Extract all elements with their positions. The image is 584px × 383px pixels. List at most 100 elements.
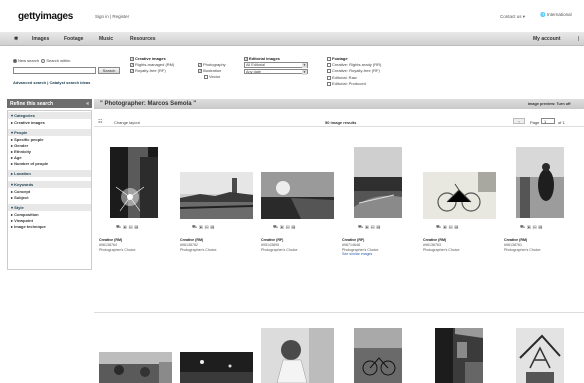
section-label: Location [14,171,31,176]
image-id[interactable]: #96138762 [180,243,198,247]
license-type: Creative (RM) [423,238,447,242]
result-thumbnail[interactable] [180,352,253,383]
sidebar-item[interactable]: ▸ Subject [8,194,91,200]
date-select[interactable]: Any date [244,68,308,75]
footage-checkbox[interactable] [327,56,331,61]
getty-logo[interactable]: gettyimages [18,11,73,22]
creative-rights-ready-label: Creative: Rights-ready (RR) [332,62,382,68]
sidebar-item-label: Number of people [14,160,49,166]
royalty-free-label: Royalty-free (RF) [135,68,166,74]
illustration-checkbox[interactable]: ✓ [198,69,202,74]
result-thumbnail[interactable] [99,352,172,383]
section-label: Categories [14,113,35,118]
main-nav: ✱ Images Footage Music Resources My acco… [0,32,584,46]
result-thumbnail[interactable] [354,328,402,383]
result-caption: Creative (RF) #95143895 Photographer's C… [261,238,297,252]
thumb-action-icons[interactable]: ⛟▣▤▦ [192,224,216,230]
result-thumbnail[interactable] [423,172,496,219]
editorial-images-checkbox[interactable]: ✓ [244,56,248,61]
refine-search-header[interactable]: Refine this search « [7,99,92,108]
nav-music[interactable]: Music [99,36,113,42]
nav-my-account[interactable]: My account [533,36,561,42]
image-id[interactable]: #96138761 [504,243,522,247]
change-layout-link[interactable]: Change layout [114,120,140,125]
search-button[interactable]: Search [98,67,120,74]
contact-us-link[interactable]: Contact us ▾ [500,14,525,20]
sidebar-section-style[interactable]: ▾ Style [8,204,91,211]
editorial-produced-checkbox[interactable] [327,81,331,86]
sidebar-item-label: Specific people [14,136,44,142]
search-within-radio[interactable] [41,58,46,63]
nav-resources[interactable]: Resources [130,36,156,42]
thumb-action-icons[interactable]: ⛟▣▤▦ [273,224,297,230]
result-thumbnail[interactable] [261,172,334,219]
search-input[interactable] [13,67,96,74]
collapse-icon[interactable]: « [86,101,89,107]
thumb-action-icons[interactable]: ⛟▣▤▦ [116,224,140,230]
creative-images-checkbox[interactable]: ✓ [130,56,134,61]
result-thumbnail[interactable] [180,172,253,219]
collection-name: Photographer's Choice [504,247,541,252]
image-id[interactable]: #96714648 [342,243,360,247]
home-icon[interactable]: ✱ [14,36,18,42]
license-type: Creative (RF) [261,238,284,242]
image-preview-toggle[interactable]: Image preview: Turn off [528,102,571,106]
vector-checkbox[interactable] [204,75,208,80]
sidebar-item[interactable]: ▸ Number of people [8,160,91,166]
see-similar-link[interactable]: See similar images [342,252,372,256]
rights-managed-label: Rights-managed (RM) [135,62,175,68]
refine-sidebar: ▾ Categories ▸ Creative images ▾ People … [7,110,92,270]
refine-search-title: Refine this search [10,101,54,107]
section-label: Keywords [14,182,34,187]
page-total: of 1 [558,120,565,125]
sidebar-section-keywords[interactable]: ▾ Keywords [8,181,91,188]
photography-label: Photography [203,62,226,67]
image-id[interactable]: #96138764 [99,243,117,247]
footage-filters: Footage Creative: Rights-ready (RR) Crea… [327,56,381,87]
result-thumbnail[interactable] [110,147,158,218]
sidebar-section-location[interactable]: ▸ Location [8,170,91,177]
editorial-raw-checkbox[interactable] [327,75,331,80]
new-search-radio[interactable] [13,58,17,63]
sidebar-item[interactable]: ▸ Creative images [8,119,91,125]
sidebar-section-people[interactable]: ▾ People [8,129,91,136]
advanced-search-links[interactable]: Advanced search | Catalyst search ideas [13,80,90,86]
image-id[interactable]: #95143895 [261,243,279,247]
thumb-action-icons[interactable]: ⛟▣▤▦ [358,224,382,230]
nav-footage[interactable]: Footage [64,36,83,42]
result-thumbnail[interactable] [516,147,564,218]
collection-name: Photographer's Choice [99,247,136,252]
sidebar-section-categories[interactable]: ▾ Categories [8,112,91,119]
sidebar-item-label: Viewpoint [14,217,33,223]
result-thumbnail[interactable] [261,328,334,383]
thumb-action-icons[interactable]: ⛟▣▤▦ [520,224,544,230]
sidebar-item-label: Creative images [14,119,45,125]
thumb-action-icons[interactable]: ⛟▣▤▦ [436,224,460,230]
royalty-free-checkbox[interactable]: ✓ [130,69,134,74]
photography-checkbox[interactable]: ✓ [198,62,202,67]
creative-royalty-free-checkbox[interactable] [327,69,331,74]
image-id[interactable]: #96138763 [423,243,441,247]
result-thumbnail[interactable] [435,328,483,383]
page-input[interactable]: 1 [541,118,555,124]
media-type-filters: ✓Photography ✓Illustration Vector [198,62,226,81]
prev-page-button[interactable]: ‹ [513,118,525,124]
section-label: People [14,130,28,135]
rights-managed-checkbox[interactable]: ✓ [130,63,134,68]
result-thumbnail[interactable] [516,328,564,383]
globe-icon: 🌐 [540,12,546,17]
creative-rights-ready-checkbox[interactable] [327,63,331,68]
international-link[interactable]: 🌐 International [540,12,572,18]
sidebar-item[interactable]: ▸ Image technique [8,223,91,229]
editorial-type-select[interactable]: All Editorial [244,62,308,68]
layout-icon[interactable]: ☷ [98,119,102,125]
results-title: " Photographer: Marcos Semola " [100,101,197,107]
result-caption: Creative (RM) #96138761 Photographer's C… [504,238,540,252]
nav-overflow[interactable]: | [578,36,579,42]
nav-images[interactable]: Images [32,36,49,42]
creative-filters: ✓Creative images ✓Rights-managed (RM) ✓R… [130,56,174,75]
result-thumbnail[interactable] [354,147,402,218]
signin-register-link[interactable]: Sign in | Register [95,14,129,19]
top-bar: gettyimages Sign in | Register Contact u… [0,0,584,32]
editorial-raw-label: Editorial: Raw [332,74,357,80]
